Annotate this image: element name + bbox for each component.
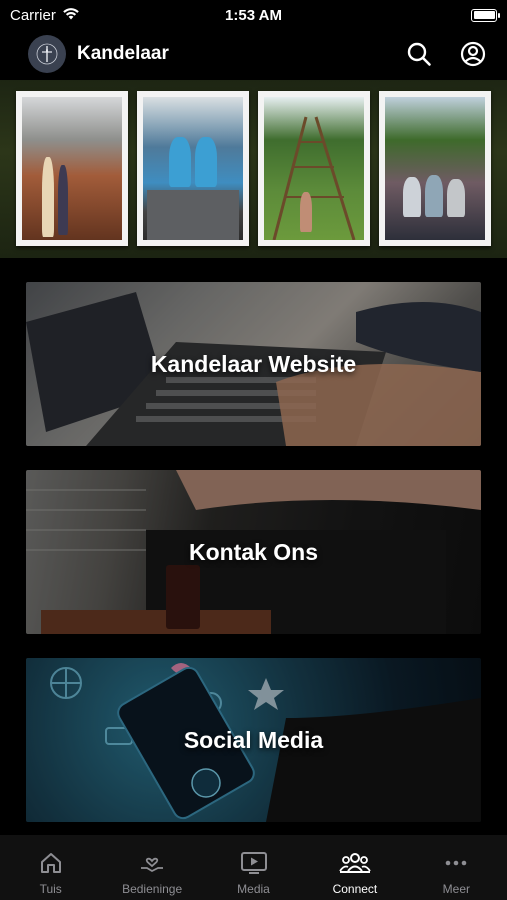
- website-tile[interactable]: Kandelaar Website: [26, 282, 481, 446]
- hands-heart-icon: [141, 857, 164, 873]
- tab-bar: Tuis Bedieninge Media Connect Meer: [0, 835, 507, 900]
- photo-banner: [0, 80, 507, 258]
- tab-bedieninge-label: Bedieninge: [122, 882, 183, 896]
- battery-icon: [471, 8, 500, 22]
- status-left: Carrier: [10, 7, 80, 24]
- profile-button[interactable]: [455, 36, 491, 72]
- tab-connect-label: Connect: [332, 882, 378, 896]
- app-header: Kandelaar: [0, 30, 507, 78]
- tab-connect[interactable]: Connect: [304, 835, 405, 900]
- photo-church-hall: [16, 91, 128, 246]
- search-icon: [407, 42, 431, 66]
- church-logo: [28, 35, 66, 73]
- home-icon: [40, 853, 61, 873]
- status-bar: Carrier 1:53 AM: [0, 0, 507, 30]
- carrier-label: Carrier: [10, 6, 56, 24]
- play-screen-icon: [240, 852, 267, 874]
- tab-media-label: Media: [237, 882, 270, 896]
- tab-meer[interactable]: Meer: [406, 835, 507, 900]
- tab-tuis[interactable]: Tuis: [0, 835, 101, 900]
- contact-tile[interactable]: Kontak Ons: [26, 470, 481, 634]
- more-icon: [446, 860, 467, 866]
- tab-bedieninge[interactable]: Bedieninge: [101, 835, 202, 900]
- social-media-tile[interactable]: Social Media: [26, 658, 481, 822]
- user-circle-icon: [460, 41, 486, 67]
- wifi-icon: [62, 7, 80, 24]
- photo-group-circle: [379, 91, 491, 246]
- photo-info-table: [137, 91, 249, 246]
- tab-tuis-label: Tuis: [39, 882, 62, 896]
- app-title: Kandelaar: [77, 43, 169, 64]
- tab-media[interactable]: Media: [203, 835, 304, 900]
- tab-meer-label: Meer: [442, 882, 470, 896]
- search-button[interactable]: [401, 36, 437, 72]
- contact-tile-label: Kontak Ons: [188, 538, 319, 565]
- photo-climbing-frame: [258, 91, 370, 246]
- website-tile-label: Kandelaar Website: [150, 350, 357, 377]
- people-icon: [339, 853, 371, 873]
- social-media-tile-label: Social Media: [183, 726, 324, 753]
- candle-logo-icon: [36, 43, 58, 65]
